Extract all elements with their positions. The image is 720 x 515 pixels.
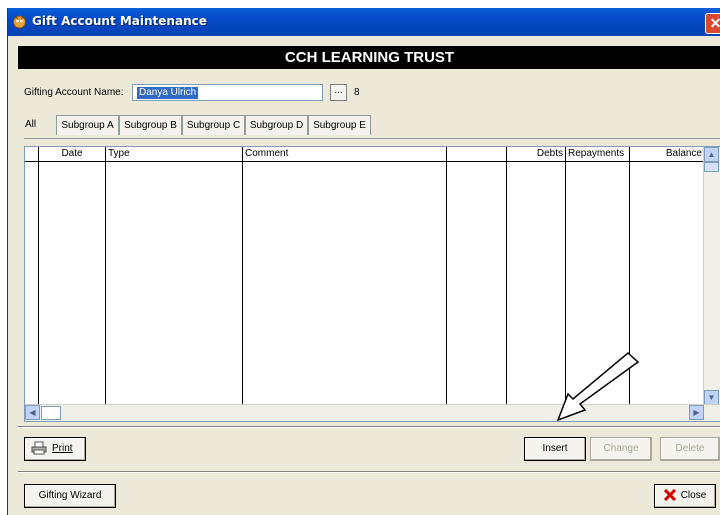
grid-divider	[242, 161, 243, 405]
column-header-comment[interactable]: Comment	[243, 147, 447, 161]
grid-divider	[446, 161, 447, 405]
grid-header: Date Type Comment Debts Repayments Balan…	[25, 147, 705, 162]
grid-divider	[506, 161, 507, 405]
divider	[18, 426, 720, 428]
print-label: Print	[52, 443, 73, 454]
horizontal-scroll-thumb[interactable]	[41, 406, 61, 420]
account-name-field[interactable]: Danya Ulrich	[132, 84, 323, 101]
account-name-value: Danya Ulrich	[137, 87, 199, 99]
background-window-strip	[0, 0, 720, 8]
scroll-left-icon[interactable]: ◀	[25, 405, 40, 420]
tab-subgroup-a[interactable]: Subgroup A	[56, 115, 119, 135]
vertical-scrollbar[interactable]: ▲ ▼	[703, 147, 720, 405]
column-header-repayments[interactable]: Repayments	[566, 147, 630, 161]
delete-button[interactable]: Delete	[660, 437, 720, 461]
red-x-icon	[663, 489, 676, 502]
tab-subgroup-b[interactable]: Subgroup B	[119, 115, 182, 135]
tab-all[interactable]: All	[24, 115, 56, 139]
account-browse-button[interactable]: ...	[330, 84, 347, 101]
grid-divider	[38, 161, 39, 405]
change-button[interactable]: Change	[590, 437, 652, 461]
grid-divider	[105, 161, 106, 405]
column-header-balance[interactable]: Balance	[630, 147, 705, 161]
tab-subgroup-c[interactable]: Subgroup C	[182, 115, 245, 135]
title-bar[interactable]: Gift Account Maintenance ✕	[8, 8, 720, 36]
close-button[interactable]: Close	[654, 484, 716, 508]
column-header-blank[interactable]	[447, 147, 507, 161]
window-title: Gift Account Maintenance	[32, 14, 207, 28]
column-header-debts[interactable]: Debts	[507, 147, 566, 161]
page-title: CCH LEARNING TRUST	[18, 46, 720, 69]
account-name-label: Gifting Account Name:	[24, 87, 124, 98]
tab-subgroup-d[interactable]: Subgroup D	[245, 115, 308, 135]
scroll-down-icon[interactable]: ▼	[704, 390, 719, 405]
account-number: 8	[354, 87, 360, 98]
app-icon	[13, 15, 26, 29]
close-label: Close	[680, 490, 707, 501]
column-header-date[interactable]: Date	[39, 147, 106, 161]
window-close-button[interactable]: ✕	[705, 13, 720, 34]
print-button[interactable]: Print	[24, 437, 86, 461]
tab-divider	[24, 138, 720, 139]
column-header-indicator[interactable]	[25, 147, 39, 161]
insert-button[interactable]: Insert	[524, 437, 586, 461]
scroll-right-icon[interactable]: ▶	[689, 405, 704, 420]
scroll-thumb[interactable]	[704, 162, 719, 172]
column-header-type[interactable]: Type	[106, 147, 243, 161]
scroll-up-icon[interactable]: ▲	[704, 147, 719, 162]
printer-icon	[31, 441, 47, 455]
gifting-wizard-button[interactable]: Gifting Wizard	[24, 484, 116, 508]
annotation-arrow	[556, 352, 640, 422]
divider	[18, 471, 720, 473]
tab-subgroup-e[interactable]: Subgroup E	[308, 115, 371, 135]
gift-account-window: Gift Account Maintenance ✕ CCH LEARNING …	[7, 8, 720, 515]
